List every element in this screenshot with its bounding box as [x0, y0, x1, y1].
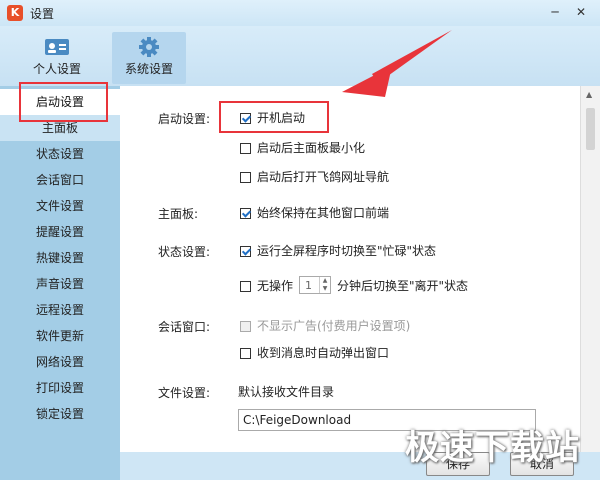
app-logo-icon: K — [7, 5, 23, 21]
window-title: 设置 — [30, 7, 55, 21]
checkbox[interactable] — [240, 246, 251, 257]
scroll-thumb[interactable] — [586, 108, 595, 150]
tab-system-settings[interactable]: 系统设置 — [112, 32, 186, 84]
checkbox[interactable] — [240, 208, 251, 219]
sidebar-item-lock[interactable]: 锁定设置 — [0, 401, 120, 427]
option-busy-fullscreen[interactable]: 运行全屏程序时切换至"忙碌"状态 — [240, 243, 436, 259]
section-label-main-panel: 主面板: — [158, 207, 199, 221]
title-bar: K 设置 ─ ✕ — [0, 0, 600, 26]
section-label-session: 会话窗口: — [158, 320, 211, 334]
stepper-arrows-icon[interactable]: ▲ ▼ — [319, 277, 330, 293]
idle-minutes-stepper[interactable]: 1 ▲ ▼ — [299, 276, 332, 294]
checkbox — [240, 321, 251, 332]
checkbox[interactable] — [240, 281, 251, 292]
scroll-up-icon[interactable]: ▲ — [586, 90, 592, 99]
person-card-icon — [45, 39, 69, 55]
watermark-text: 极速下载站 — [405, 428, 580, 468]
sidebar-item-sound[interactable]: 声音设置 — [0, 271, 120, 297]
sidebar-item-print[interactable]: 打印设置 — [0, 375, 120, 401]
section-label-status: 状态设置: — [158, 245, 211, 259]
section-label-files: 文件设置: — [158, 386, 211, 400]
tab-label: 个人设置 — [32, 62, 81, 76]
sidebar-item-reminders[interactable]: 提醒设置 — [0, 219, 120, 245]
option-open-nav-site[interactable]: 启动后打开飞鸽网址导航 — [240, 169, 389, 185]
sidebar-item-network[interactable]: 网络设置 — [0, 349, 120, 375]
sidebar-item-hotkeys[interactable]: 热键设置 — [0, 245, 120, 271]
sidebar: 启动设置 主面板 状态设置 会话窗口 文件设置 提醒设置 热键设置 声音设置 远… — [0, 86, 120, 480]
checkbox[interactable] — [240, 172, 251, 183]
sidebar-item-files[interactable]: 文件设置 — [0, 193, 120, 219]
option-always-on-top[interactable]: 始终保持在其他窗口前端 — [240, 205, 389, 221]
option-hide-ads: 不显示广告(付费用户设置项) — [240, 318, 410, 334]
toolbar: 个人设置 系统设置 — [0, 26, 600, 86]
sidebar-item-update[interactable]: 软件更新 — [0, 323, 120, 349]
download-dir-label: 默认接收文件目录 — [238, 385, 335, 399]
gear-icon — [139, 37, 159, 57]
sidebar-item-session[interactable]: 会话窗口 — [0, 167, 120, 193]
checkbox[interactable] — [240, 143, 251, 154]
close-button[interactable]: ✕ — [570, 2, 592, 22]
highlight-box-sidebar — [19, 82, 108, 122]
sidebar-item-status[interactable]: 状态设置 — [0, 141, 120, 167]
sidebar-item-remote[interactable]: 远程设置 — [0, 297, 120, 323]
content-scrollbar[interactable]: ▲ — [580, 86, 600, 452]
option-minimize-on-start[interactable]: 启动后主面板最小化 — [240, 140, 365, 156]
highlight-box-auto-start — [219, 101, 329, 133]
option-popup-on-message[interactable]: 收到消息时自动弹出窗口 — [240, 345, 389, 361]
tab-label: 系统设置 — [124, 62, 173, 76]
minimize-button[interactable]: ─ — [544, 2, 566, 22]
tab-personal-settings[interactable]: 个人设置 — [20, 32, 94, 84]
option-idle-away[interactable]: 无操作 1 ▲ ▼ 分钟后切换至"离开"状态 — [240, 276, 468, 294]
checkbox[interactable] — [240, 348, 251, 359]
section-label-startup: 启动设置: — [158, 112, 211, 126]
